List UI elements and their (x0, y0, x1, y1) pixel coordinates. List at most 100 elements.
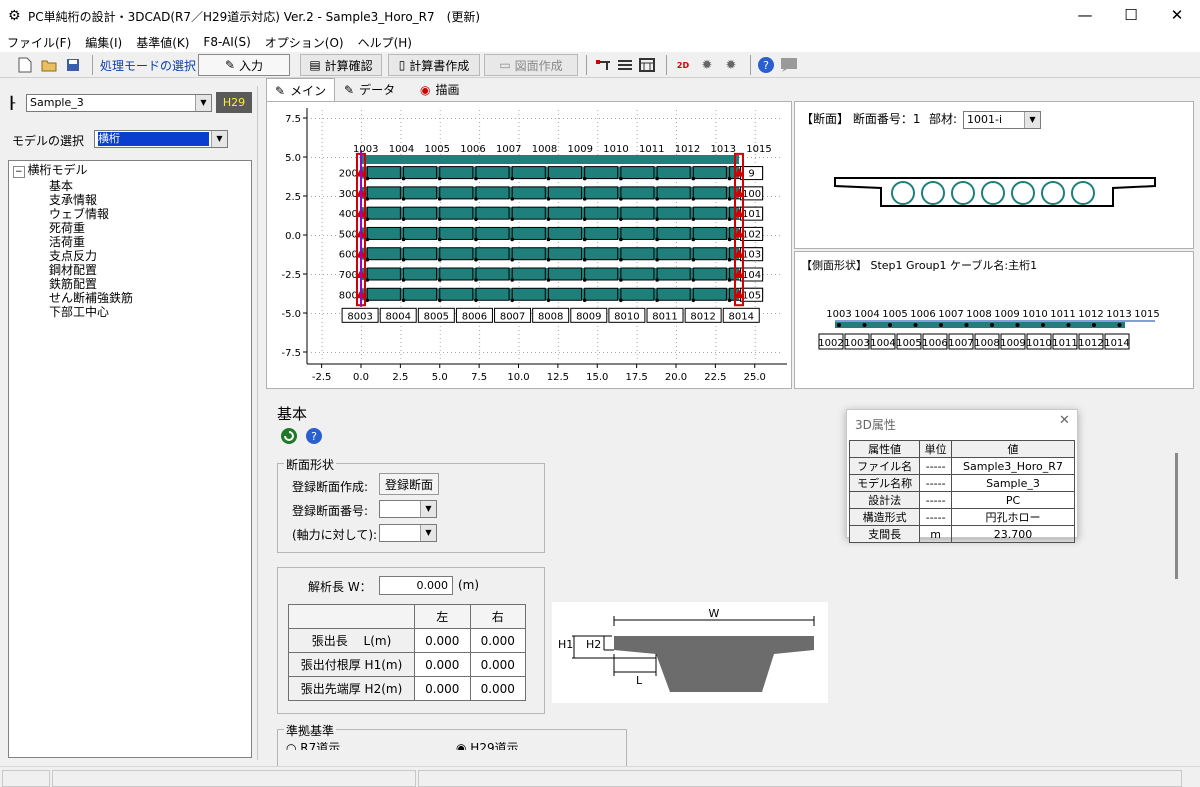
pencil-icon: ✎ (275, 83, 286, 98)
side-top-label: 1007 (938, 309, 963, 320)
length-input[interactable]: 0.000 (379, 576, 453, 595)
beam-tool-icon[interactable] (594, 56, 612, 74)
menu-standard[interactable]: 基準値(K) (129, 34, 196, 51)
report-button[interactable]: ▯ 計算書作成 (388, 54, 480, 76)
message-icon[interactable] (780, 56, 798, 74)
grid-dot (754, 202, 756, 203)
cross-beam-plot[interactable]: 7.5 5.0 2.5 0.0 -2.5 -5.0 -7.5 -2.5 0.0 2.5 5.0 7.5… (266, 101, 792, 389)
calc-check-button[interactable]: ▤ 計算確認 (300, 54, 382, 76)
grid-dot (636, 326, 638, 327)
grid-dot (754, 130, 756, 131)
menu-help[interactable]: ヘルプ(H) (351, 34, 419, 51)
refresh-icon[interactable] (280, 427, 298, 448)
side-bottom-label: 1006 (922, 338, 947, 349)
menu-options[interactable]: オプション(O) (258, 34, 351, 51)
node (437, 257, 442, 262)
input-mode-button[interactable]: ✎ 入力 (198, 54, 290, 76)
grid-dot (763, 235, 764, 236)
close-icon[interactable]: ✕ (1059, 413, 1070, 428)
close-button[interactable]: ✕ (1154, 0, 1200, 32)
open-folder-icon[interactable] (40, 56, 58, 74)
grid-dot (319, 313, 320, 314)
tree-item-shear-rebar[interactable]: せん断補強鉄筋 (9, 291, 251, 305)
cell-input[interactable]: 0.000 (469, 652, 526, 677)
menu-file[interactable]: ファイル(F) (0, 34, 78, 51)
cell-input[interactable]: 0.000 (469, 676, 526, 701)
radio-r7[interactable]: ○ R7道示 (286, 742, 340, 750)
cell-input[interactable]: 0.000 (414, 676, 471, 701)
grid-dot (636, 182, 638, 183)
tab-main[interactable]: ✎ メイン (266, 78, 336, 102)
tree-root[interactable]: − 横桁モデル (9, 163, 251, 179)
new-file-icon[interactable] (16, 56, 34, 74)
grid-dot (676, 118, 677, 119)
project-select[interactable]: Sample_3 ▼ (26, 94, 212, 112)
layers-icon[interactable] (616, 56, 634, 74)
grid-dot (715, 126, 717, 127)
frame-icon[interactable] (638, 56, 656, 74)
header-cell: 値 (950, 440, 1076, 458)
grid-dot (575, 352, 576, 353)
registered-section-button[interactable]: 登録断面 (379, 473, 439, 495)
grid-dot (331, 196, 332, 197)
grid-dot (483, 118, 484, 119)
maximize-button[interactable]: ☐ (1108, 0, 1154, 32)
tree-item-rebar[interactable]: 鉄筋配置 (9, 277, 251, 291)
radio-h29[interactable]: ◉ H29道示 (456, 742, 519, 750)
grid-dot (557, 122, 559, 123)
tree-item-reaction[interactable]: 支点反力 (9, 249, 251, 263)
grid-dot (676, 122, 677, 123)
cell-input[interactable]: 0.000 (414, 652, 471, 677)
cell-input[interactable]: 0.000 (414, 628, 471, 653)
minimize-button[interactable]: — (1062, 0, 1108, 32)
grid-dot (763, 118, 764, 119)
tree-item-live-load[interactable]: 活荷重 (9, 235, 251, 249)
grid-dot (557, 182, 559, 183)
grid-dot (715, 222, 717, 223)
grid-dot (779, 196, 780, 197)
grid-dot (439, 138, 441, 139)
side-node (1092, 323, 1096, 327)
grid-dot (636, 142, 638, 143)
drawing-button[interactable]: ▭ 図面作成 (484, 54, 578, 76)
node (437, 197, 442, 201)
title-bar: ⚙ PC単純桁の設計・3DCAD(R7／H29道示対応) Ver.2 - Sam… (0, 0, 1200, 32)
grid-dot (676, 334, 677, 335)
gear-icon[interactable]: ✹ (698, 56, 716, 74)
menu-f8ai[interactable]: F8-AI(S) (196, 35, 257, 49)
save-icon[interactable] (64, 56, 82, 74)
grid-dot (499, 118, 500, 119)
grid-dot (479, 138, 481, 139)
cell-input[interactable]: 0.000 (469, 628, 526, 653)
gear-alt-icon[interactable]: ✹ (722, 56, 740, 74)
grid-dot (361, 130, 362, 131)
2d3d-icon[interactable]: 2D (674, 56, 692, 74)
tab-draw[interactable]: ◉ 描画 (412, 78, 468, 101)
help-icon[interactable]: ? (757, 56, 775, 74)
tree-item-basic[interactable]: 基本 (9, 179, 251, 193)
tree-item-steel[interactable]: 鋼材配置 (9, 263, 251, 277)
grid-dot (427, 118, 428, 119)
tab-data[interactable]: ✎ データ (336, 78, 403, 101)
grid-dot (479, 354, 481, 355)
scrollbar-thumb[interactable] (1175, 453, 1178, 579)
tree-item-web[interactable]: ウェブ情報 (9, 207, 251, 221)
menu-edit[interactable]: 編集(I) (78, 34, 129, 51)
grid-dot (439, 110, 441, 111)
member-select[interactable]: 1001-i ▼ (963, 111, 1041, 129)
top-label: 1010 (603, 144, 628, 155)
tree-item-bearing[interactable]: 支承情報 (9, 193, 251, 207)
grid-dot (735, 118, 736, 119)
tree-item-substructure[interactable]: 下部工中心 (9, 305, 251, 319)
window-title: PC単純桁の設計・3DCAD(R7／H29道示対応) Ver.2 - Sampl… (28, 9, 481, 24)
axial-select[interactable]: ▼ (379, 524, 437, 542)
reg-no-select[interactable]: ▼ (379, 500, 437, 518)
grid-dot (321, 338, 323, 339)
plot-canvas: 7.5 5.0 2.5 0.0 -2.5 -5.0 -7.5 -2.5 0.0 2.5 5.0 7.5… (281, 108, 787, 383)
collapse-icon[interactable]: − (13, 166, 25, 178)
help-icon[interactable]: ? (305, 427, 323, 448)
grid-dot (611, 118, 612, 119)
model-select[interactable]: 横桁 ▼ (94, 130, 228, 148)
tree-item-dead-load[interactable]: 死荷重 (9, 221, 251, 235)
grid-dot (518, 110, 520, 111)
